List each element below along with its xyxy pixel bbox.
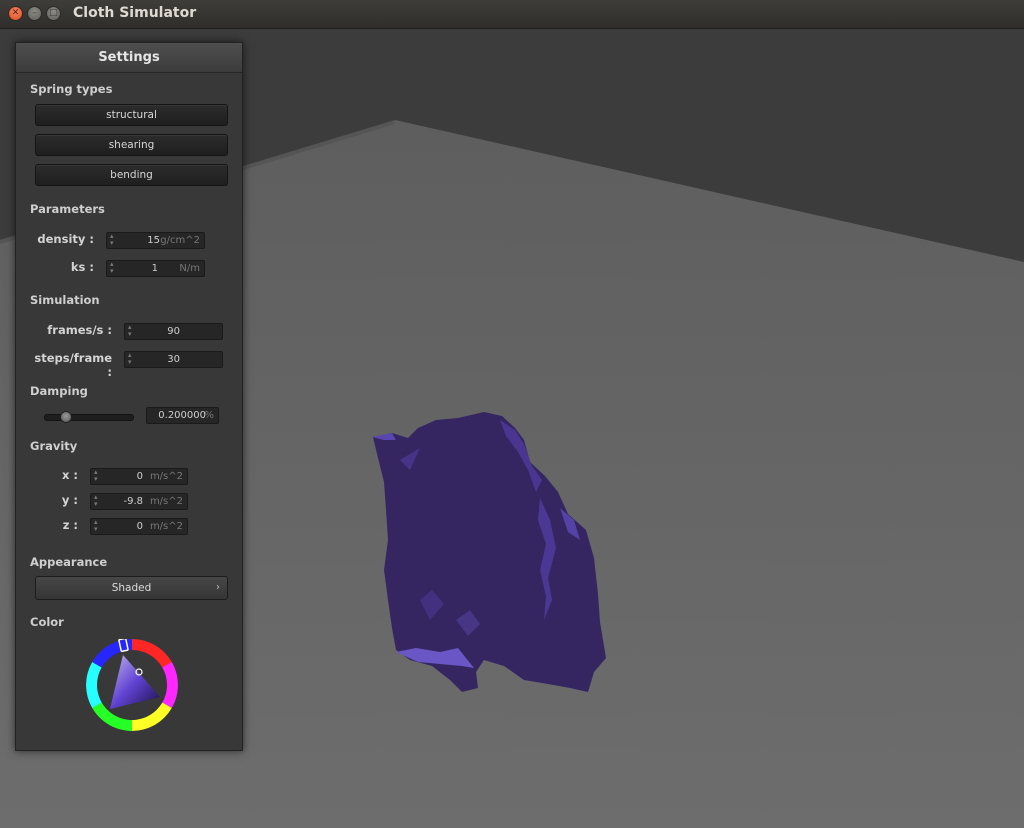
- minimize-icon[interactable]: –: [27, 6, 42, 21]
- panel-title[interactable]: Settings: [16, 43, 242, 73]
- appearance-dropdown[interactable]: Shaded ›: [35, 576, 228, 600]
- close-icon[interactable]: ✕: [8, 6, 23, 21]
- gravity-z-field[interactable]: ▴ ▾ 0 m/s^2: [90, 518, 188, 535]
- fps-label: frames/s :: [47, 323, 112, 337]
- settings-panel: Settings Spring types structural shearin…: [15, 42, 243, 751]
- steps-label: steps/frame :: [34, 351, 112, 379]
- chevron-right-icon: ›: [216, 582, 220, 593]
- bending-button[interactable]: bending: [35, 164, 228, 186]
- damping-field[interactable]: 0.200000 %: [146, 407, 219, 424]
- structural-button[interactable]: structural: [35, 104, 228, 126]
- spinner-arrows-icon[interactable]: ▴ ▾: [128, 352, 132, 366]
- density-label: density :: [37, 232, 94, 246]
- section-color: Color: [30, 615, 64, 629]
- spinner-arrows-icon[interactable]: ▴ ▾: [94, 494, 98, 508]
- damping-slider-handle[interactable]: [60, 411, 73, 423]
- ks-label: ks :: [70, 260, 94, 274]
- damping-slider[interactable]: [44, 411, 134, 423]
- color-wheel[interactable]: [86, 639, 178, 731]
- spinner-arrows-icon[interactable]: ▴ ▾: [110, 233, 114, 247]
- steps-field[interactable]: ▴ ▾ 30: [124, 351, 223, 368]
- spinner-arrows-icon[interactable]: ▴ ▾: [110, 261, 114, 275]
- gravity-y-field[interactable]: ▴ ▾ -9.8 m/s^2: [90, 493, 188, 510]
- shearing-button[interactable]: shearing: [35, 134, 228, 156]
- fps-field[interactable]: ▴ ▾ 90: [124, 323, 223, 340]
- spinner-arrows-icon[interactable]: ▴ ▾: [128, 324, 132, 338]
- gravity-x-label: x :: [61, 468, 78, 482]
- gravity-x-field[interactable]: ▴ ▾ 0 m/s^2: [90, 468, 188, 485]
- appearance-value: Shaded: [111, 582, 152, 594]
- spinner-arrows-icon[interactable]: ▴ ▾: [94, 469, 98, 483]
- section-appearance: Appearance: [30, 555, 108, 569]
- gravity-z-label: z :: [62, 518, 78, 532]
- density-field[interactable]: ▴ ▾ 15 g/cm^2: [106, 232, 205, 249]
- section-damping: Damping: [30, 384, 88, 398]
- window-title: Cloth Simulator: [73, 5, 197, 21]
- section-simulation: Simulation: [30, 293, 100, 307]
- maximize-icon[interactable]: □: [46, 6, 61, 21]
- section-parameters: Parameters: [30, 202, 105, 216]
- gravity-y-label: y :: [61, 493, 78, 507]
- ks-field[interactable]: ▴ ▾ 1 N/m: [106, 260, 205, 277]
- section-spring-types: Spring types: [30, 82, 113, 96]
- spinner-arrows-icon[interactable]: ▴ ▾: [94, 519, 98, 533]
- section-gravity: Gravity: [30, 439, 78, 453]
- window-titlebar: ✕ – □ Cloth Simulator: [0, 0, 1024, 29]
